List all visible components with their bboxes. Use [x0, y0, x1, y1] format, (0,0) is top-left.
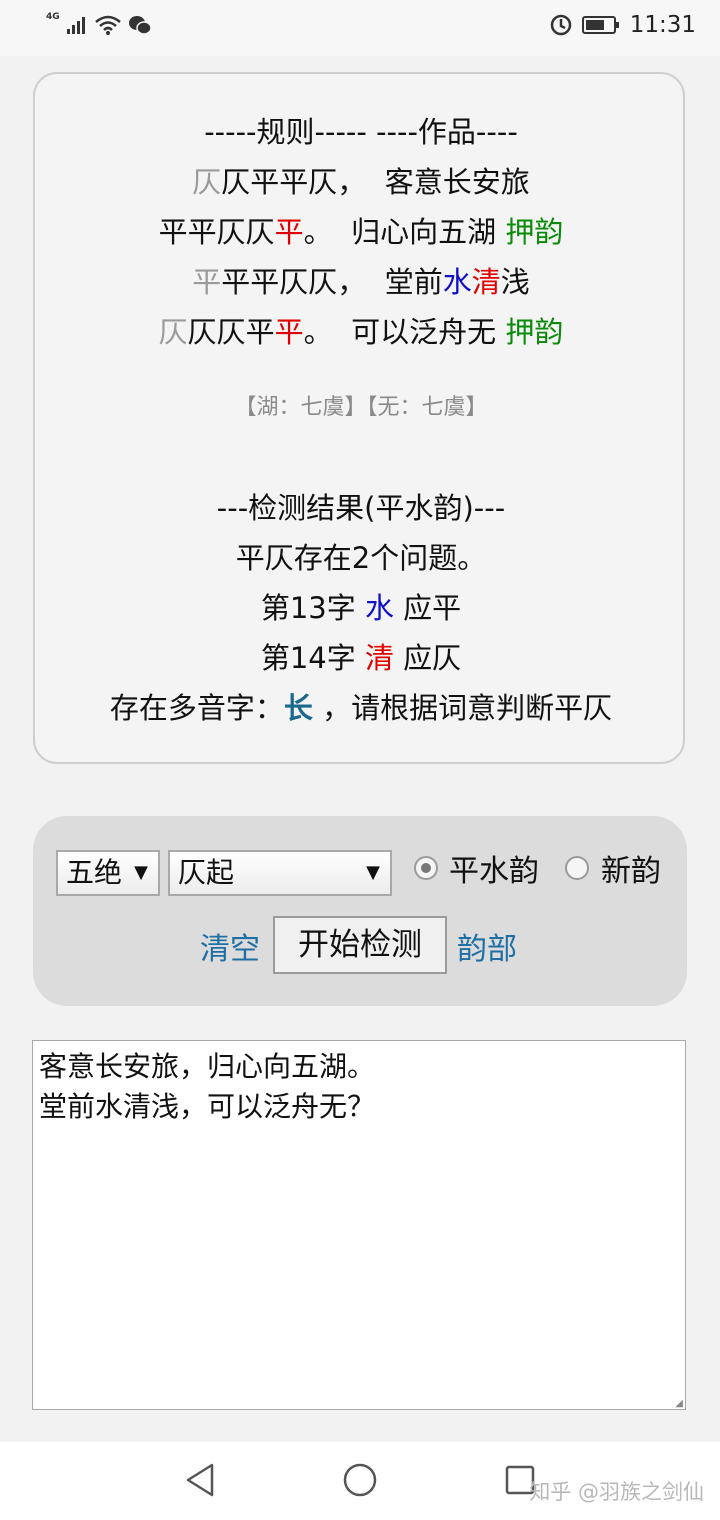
start-detect-button[interactable]: 开始检测: [273, 916, 447, 974]
issue-item: 第14字 清 应仄: [35, 638, 687, 678]
poem-line-end: 浅: [500, 265, 530, 299]
issue-suffix: 应平: [393, 591, 462, 625]
wechat-icon: [128, 16, 152, 35]
status-bar: 4G 11:31: [0, 0, 720, 56]
rhyme-note: 【湖：七虞】【无：七虞】: [234, 395, 488, 420]
verse-row: 平平仄仄平。 归心向五湖 押韵: [35, 212, 687, 252]
issue-item: 第13字 水 应平: [35, 588, 687, 628]
verse-row: 仄仄平平仄， 客意长安旅: [35, 162, 687, 202]
rule-first-char: 平: [192, 265, 222, 299]
resize-handle-icon[interactable]: ◢: [675, 1398, 683, 1409]
radio-pingshui[interactable]: [414, 856, 438, 880]
form-select-value: 五绝: [66, 856, 123, 889]
signal-icon: [66, 17, 85, 34]
chevron-down-icon: ▼: [366, 862, 380, 883]
chevron-down-icon: ▼: [134, 862, 148, 883]
verse-row: 仄仄仄平平。 可以泛舟无 押韵: [35, 312, 687, 352]
status-left: 4G: [46, 12, 152, 36]
clear-link[interactable]: 清空: [200, 930, 260, 970]
radio-pingshui-label[interactable]: 平水韵: [449, 852, 539, 892]
poem-line: 客意长安旅: [384, 165, 530, 199]
rule-mid: 仄仄平: [187, 315, 275, 349]
form-select[interactable]: 五绝 ▼: [56, 850, 160, 896]
polyphone-note: 存在多音字：长 ，请根据词意判断平仄: [35, 688, 687, 728]
polyphone-suffix: ，请根据词意判断平仄: [312, 691, 613, 725]
radio-xinyun[interactable]: [565, 856, 589, 880]
wifi-icon: [94, 15, 121, 35]
radio-xinyun-label[interactable]: 新韵: [601, 852, 661, 892]
error-char-blue: 水: [442, 265, 472, 299]
issue-prefix: 第13字: [260, 591, 365, 625]
control-panel: 五绝 ▼ 仄起 ▼ 平水韵 新韵 清空 开始检测 韵部: [33, 816, 687, 1006]
start-select[interactable]: 仄起 ▼: [168, 850, 392, 896]
status-right: 11:31: [550, 12, 696, 38]
issue-char: 水: [364, 591, 394, 625]
poem-line: 可以泛舟无: [351, 315, 497, 349]
poem-input-line: 客意长安旅，归心向五湖。: [39, 1050, 376, 1083]
rhyme-tag: 押韵: [505, 315, 564, 349]
rule-last-char: 平: [274, 215, 304, 249]
rule-first-char: 仄: [158, 315, 188, 349]
rule-punct: 。: [303, 315, 333, 349]
rule-mid: 仄平平仄: [221, 165, 338, 199]
clock: 11:31: [629, 12, 696, 38]
nav-bar: 知乎 @羽族之剑仙: [0, 1442, 720, 1520]
result-card: -----规则----- ----作品---- 仄仄平平仄， 客意长安旅 平平仄…: [33, 72, 685, 764]
data-saver-icon: [550, 14, 571, 36]
issue-char: 清: [364, 641, 394, 675]
problem-summary: 平仄存在2个问题。: [235, 541, 487, 575]
rule-punct: ，: [337, 265, 367, 299]
watermark: 知乎 @羽族之剑仙: [529, 1480, 704, 1504]
result-header: -----规则----- ----作品----: [204, 115, 518, 149]
issue-prefix: 第14字: [260, 641, 365, 675]
rule-mid: 平平仄仄: [221, 265, 338, 299]
rule-mid: 平平仄仄: [158, 215, 275, 249]
error-char-red: 清: [471, 265, 501, 299]
issue-suffix: 应仄: [393, 641, 462, 675]
start-select-value: 仄起: [178, 856, 235, 889]
polyphone-char: 长: [283, 691, 313, 725]
verse-row: 平平平仄仄， 堂前水清浅: [35, 262, 687, 302]
rhyme-link[interactable]: 韵部: [457, 930, 517, 970]
rule-first-char: 仄: [192, 165, 222, 199]
home-icon[interactable]: [342, 1462, 378, 1498]
poem-line-start: 堂前: [384, 265, 443, 299]
rule-last-char: 平: [274, 315, 304, 349]
polyphone-prefix: 存在多音字：: [109, 691, 284, 725]
battery-icon: [581, 16, 619, 34]
rule-punct: ，: [337, 165, 367, 199]
poem-input[interactable]: 客意长安旅，归心向五湖。 堂前水清浅，可以泛舟无？ ◢: [32, 1040, 686, 1410]
rhyme-tag: 押韵: [505, 215, 564, 249]
poem-line: 归心向五湖: [351, 215, 497, 249]
back-icon[interactable]: [184, 1462, 216, 1498]
network-type: 4G: [46, 12, 60, 22]
detect-header: ---检测结果(平水韵)---: [216, 491, 506, 525]
poem-input-line: 堂前水清浅，可以泛舟无？: [39, 1090, 376, 1123]
rule-punct: 。: [303, 215, 333, 249]
